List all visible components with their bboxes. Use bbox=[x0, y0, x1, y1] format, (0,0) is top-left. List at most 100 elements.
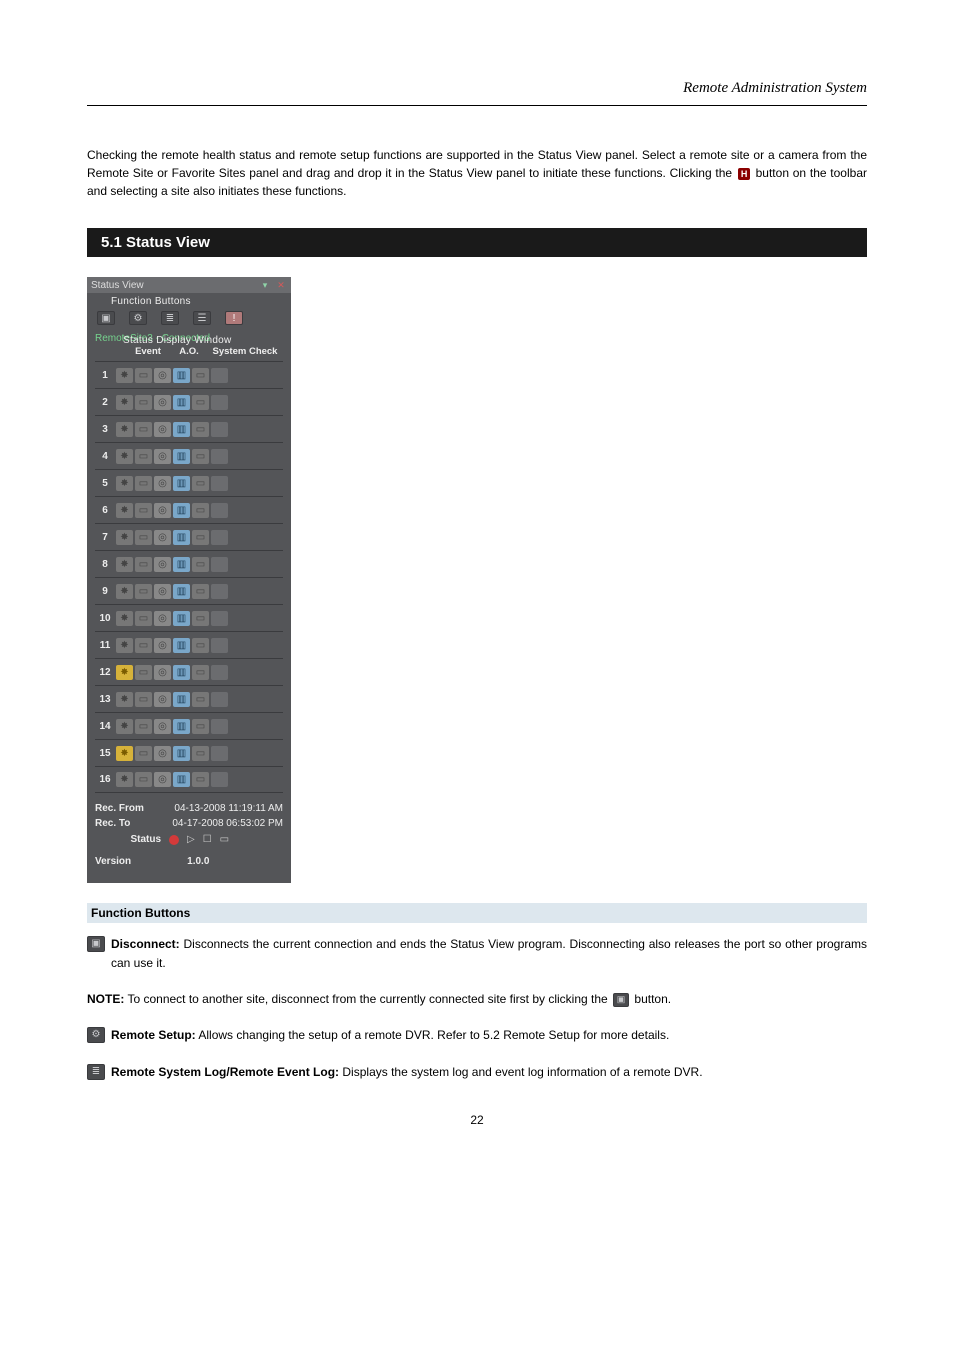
sys-check2-icon bbox=[210, 389, 229, 415]
alarm-out-icon: ▥ bbox=[172, 470, 191, 496]
alarm-out-icon: ▥ bbox=[172, 767, 191, 792]
table-row: 16✸▭◎▥▭ bbox=[95, 766, 283, 793]
sys-check-icon: ▭ bbox=[191, 497, 210, 523]
row-index: 16 bbox=[95, 767, 115, 792]
motion-icon: ✸ bbox=[115, 632, 134, 658]
pin-icon[interactable]: ▾ bbox=[259, 279, 271, 291]
sys-check-icon: ▭ bbox=[191, 578, 210, 604]
fb-disconnect: ▣ Disconnect: Disconnects the current co… bbox=[87, 935, 867, 972]
page-number: 22 bbox=[87, 1113, 867, 1127]
row-index: 10 bbox=[95, 605, 115, 631]
motion-icon: ✸ bbox=[115, 524, 134, 550]
sys-check2-icon bbox=[210, 578, 229, 604]
row-index: 11 bbox=[95, 632, 115, 658]
col-system-check: System Check bbox=[205, 346, 285, 357]
title-rule bbox=[87, 105, 867, 106]
site-connection-line: RemoteSite3 - Connected Status Display W… bbox=[87, 331, 291, 344]
alarm-out-icon: ▥ bbox=[172, 578, 191, 604]
row-index: 7 bbox=[95, 524, 115, 550]
fb-remote-log-head: Remote System Log/Remote Event Log: bbox=[111, 1065, 339, 1079]
table-row: 7✸▭◎▥▭ bbox=[95, 523, 283, 550]
panic-record-button[interactable]: ! bbox=[225, 311, 243, 325]
sys-check-icon: ▭ bbox=[191, 389, 210, 415]
close-icon[interactable]: ✕ bbox=[275, 279, 287, 291]
sys-check2-icon bbox=[210, 605, 229, 631]
object-icon: ◎ bbox=[153, 686, 172, 712]
row-index: 12 bbox=[95, 659, 115, 685]
section-heading: 5.1 Status View bbox=[87, 228, 867, 257]
alarm-in-icon: ▭ bbox=[134, 443, 153, 469]
sys-check2-icon bbox=[210, 524, 229, 550]
table-row: 3✸▭◎▥▭ bbox=[95, 415, 283, 442]
function-buttons-heading: Function Buttons bbox=[87, 903, 867, 923]
version-value: 1.0.0 bbox=[187, 856, 209, 867]
object-icon: ◎ bbox=[153, 416, 172, 442]
status-view-panel: Status View ▾ ✕ Function Buttons ▣ ⚙ ≣ ☰… bbox=[87, 277, 291, 883]
playback-status-icon: ▷ bbox=[187, 834, 195, 845]
alarm-out-icon: ▥ bbox=[172, 659, 191, 685]
col-event: Event bbox=[123, 346, 173, 357]
status-view-title: Status View bbox=[91, 280, 144, 291]
object-icon: ◎ bbox=[153, 713, 172, 739]
alarm-out-icon: ▥ bbox=[172, 443, 191, 469]
status-label: Status bbox=[95, 834, 161, 845]
object-icon: ◎ bbox=[153, 740, 172, 766]
alarm-in-icon: ▭ bbox=[134, 713, 153, 739]
rec-from-value: 04-13-2008 11:19:11 AM bbox=[174, 803, 283, 814]
note-post: button. bbox=[634, 992, 671, 1006]
object-icon: ◎ bbox=[153, 443, 172, 469]
table-row: 1✸▭◎▥▭ bbox=[95, 361, 283, 388]
fb-remote-log: ≣ Remote System Log/Remote Event Log: Di… bbox=[87, 1063, 867, 1082]
sys-check2-icon bbox=[210, 713, 229, 739]
sys-check2-icon bbox=[210, 470, 229, 496]
alarm-in-icon: ▭ bbox=[134, 578, 153, 604]
sys-check-icon: ▭ bbox=[191, 470, 210, 496]
remote-setup-button[interactable]: ⚙ bbox=[129, 311, 147, 325]
intro-paragraph: Checking the remote health status and re… bbox=[87, 146, 867, 200]
sys-check2-icon bbox=[210, 740, 229, 766]
motion-icon: ✸ bbox=[115, 551, 134, 577]
remote-event-log-button[interactable]: ☰ bbox=[193, 311, 211, 325]
object-icon: ◎ bbox=[153, 362, 172, 388]
motion-icon: ✸ bbox=[115, 767, 134, 792]
row-index: 2 bbox=[95, 389, 115, 415]
object-icon: ◎ bbox=[153, 659, 172, 685]
table-row: 14✸▭◎▥▭ bbox=[95, 712, 283, 739]
sys-check2-icon bbox=[210, 767, 229, 792]
alarm-in-icon: ▭ bbox=[134, 389, 153, 415]
row-index: 13 bbox=[95, 686, 115, 712]
rec-to-value: 04-17-2008 06:53:02 PM bbox=[172, 818, 283, 829]
sys-check-icon: ▭ bbox=[191, 740, 210, 766]
motion-icon: ✸ bbox=[115, 497, 134, 523]
alarm-in-icon: ▭ bbox=[134, 686, 153, 712]
table-row: 8✸▭◎▥▭ bbox=[95, 550, 283, 577]
sys-check-icon: ▭ bbox=[191, 686, 210, 712]
table-row: 5✸▭◎▥▭ bbox=[95, 469, 283, 496]
fb-remote-setup-head: Remote Setup: bbox=[111, 1028, 196, 1042]
alarm-out-icon: ▥ bbox=[172, 605, 191, 631]
disconnect-button[interactable]: ▣ bbox=[97, 311, 115, 325]
fb-remote-setup: ⚙ Remote Setup: Allows changing the setu… bbox=[87, 1026, 867, 1045]
fb-remote-setup-tail: for more details. bbox=[583, 1028, 669, 1042]
alarm-out-icon: ▥ bbox=[172, 740, 191, 766]
alarm-in-icon: ▭ bbox=[134, 767, 153, 792]
sys-check-icon: ▭ bbox=[191, 713, 210, 739]
remote-setup-icon: ⚙ bbox=[87, 1027, 105, 1043]
table-row: 10✸▭◎▥▭ bbox=[95, 604, 283, 631]
remote-log-button[interactable]: ≣ bbox=[161, 311, 179, 325]
alarm-in-icon: ▭ bbox=[134, 605, 153, 631]
object-icon: ◎ bbox=[153, 389, 172, 415]
object-icon: ◎ bbox=[153, 470, 172, 496]
disconnect-icon: ▣ bbox=[87, 936, 105, 952]
alarm-out-icon: ▥ bbox=[172, 389, 191, 415]
alarm-in-icon: ▭ bbox=[134, 551, 153, 577]
alarm-in-icon: ▭ bbox=[134, 740, 153, 766]
fb-remote-setup-link: 5.2 Remote Setup bbox=[483, 1028, 580, 1042]
object-icon: ◎ bbox=[153, 578, 172, 604]
motion-icon: ✸ bbox=[115, 443, 134, 469]
record-status-icon bbox=[169, 835, 179, 845]
alarm-out-icon: ▥ bbox=[172, 632, 191, 658]
row-index: 15 bbox=[95, 740, 115, 766]
disconnect-note: NOTE: To connect to another site, discon… bbox=[87, 990, 867, 1008]
alarm-in-icon: ▭ bbox=[134, 659, 153, 685]
